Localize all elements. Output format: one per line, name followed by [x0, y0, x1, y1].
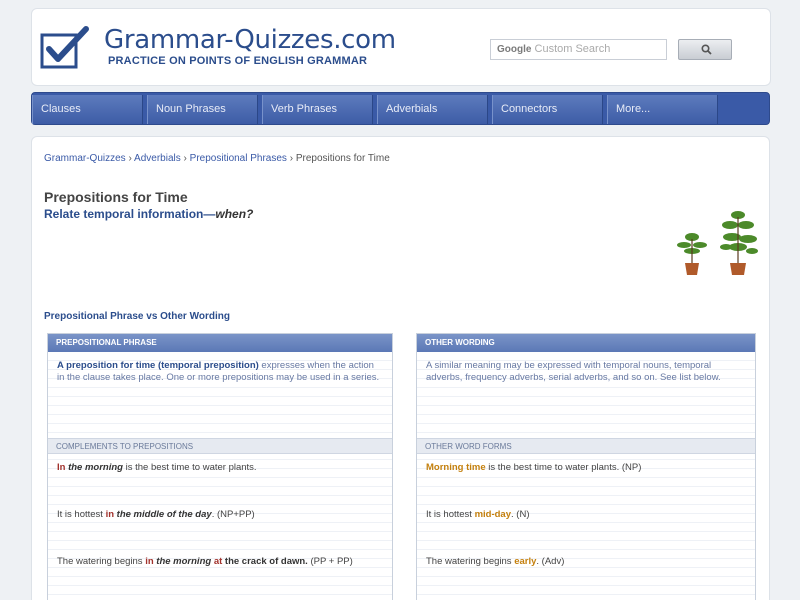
- highlight-complement: the morning: [156, 556, 212, 567]
- example-text: It is hottest: [426, 509, 475, 520]
- site-title[interactable]: Grammar-Quizzes.com: [104, 25, 396, 55]
- panel-header: PREPOSITIONAL PHRASE: [48, 334, 392, 352]
- nav-item-more[interactable]: More...: [607, 95, 718, 124]
- page-subtitle-emphasis: when?: [215, 207, 254, 221]
- section-heading: Prepositional Phrase vs Other Wording: [44, 311, 230, 322]
- site-tagline: PRACTICE ON POINTS OF ENGLISH GRAMMAR: [108, 55, 368, 67]
- example-sentence: It is hottest in the middle of the day. …: [57, 509, 255, 520]
- nav-item-connectors[interactable]: Connectors: [492, 95, 603, 124]
- highlight-word-form: early: [514, 556, 537, 567]
- main-content: Grammar-Quizzes › Adverbials › Prepositi…: [31, 136, 770, 600]
- example-text: The watering begins: [57, 556, 146, 567]
- example-text: (PP + PP): [307, 556, 353, 567]
- page-subtitle: Relate temporal information—when?: [44, 207, 253, 221]
- highlight-complement: the middle of the day: [116, 509, 212, 520]
- highlight-word-form: Morning time: [426, 462, 486, 473]
- panel-subheader: OTHER WORD FORMS: [417, 438, 755, 454]
- example-sentence: It is hottest mid-day. (N): [426, 509, 529, 520]
- nav-item-clauses[interactable]: Clauses: [32, 95, 143, 124]
- example-text: . (NP+PP): [211, 509, 255, 520]
- breadcrumb-separator: ›: [128, 153, 132, 164]
- highlight-preposition: in: [145, 556, 154, 567]
- breadcrumb: Grammar-Quizzes › Adverbials › Prepositi…: [44, 153, 390, 164]
- panel-header: OTHER WORDING: [417, 334, 755, 352]
- example-sentence: In the morning is the best time to water…: [57, 462, 257, 473]
- checkmark-logo-icon[interactable]: [40, 25, 92, 69]
- nav-item-adverbials[interactable]: Adverbials: [377, 95, 488, 124]
- example-text: . (Adv): [536, 556, 565, 567]
- breadcrumb-link-adverbials[interactable]: Adverbials: [134, 153, 181, 164]
- highlight-complement: the morning: [68, 462, 123, 473]
- other-wording-panel: OTHER WORDING A similar meaning may be e…: [416, 333, 756, 600]
- breadcrumb-separator: ›: [183, 153, 187, 164]
- search-placeholder: Custom Search: [534, 43, 611, 55]
- site-header: Grammar-Quizzes.com PRACTICE ON POINTS O…: [31, 8, 771, 86]
- page-title: Prepositions for Time: [44, 189, 188, 205]
- example-text: It is hottest: [57, 509, 106, 520]
- breadcrumb-link-prepositional-phrases[interactable]: Prepositional Phrases: [190, 153, 287, 164]
- highlight-word-form: mid-day: [474, 509, 512, 520]
- search-input[interactable]: Google Custom Search: [490, 39, 667, 60]
- search-button[interactable]: [678, 39, 732, 60]
- panel-description: A preposition for time (temporal preposi…: [48, 352, 392, 438]
- breadcrumb-current: Prepositions for Time: [295, 153, 390, 164]
- panel-description: A similar meaning may be expressed with …: [426, 360, 721, 383]
- breadcrumb-separator: ›: [289, 153, 294, 164]
- example-sentence: Morning time is the best time to water p…: [426, 462, 641, 473]
- panel-subheader: COMPLEMENTS TO PREPOSITIONS: [48, 438, 392, 454]
- highlight-preposition: In: [57, 462, 66, 473]
- example-text: The watering begins: [426, 556, 515, 567]
- example-text: . (N): [511, 509, 530, 520]
- main-nav: Clauses Noun Phrases Verb Phrases Adverb…: [31, 92, 770, 125]
- search-icon: [701, 44, 712, 55]
- highlight-complement: the crack of dawn.: [224, 556, 308, 567]
- description-bold: A preposition for time (temporal preposi…: [57, 360, 259, 371]
- prepositional-phrase-panel: PREPOSITIONAL PHRASE A preposition for t…: [47, 333, 393, 600]
- highlight-preposition: in: [105, 509, 115, 520]
- page-subtitle-main: Relate temporal information—: [44, 207, 216, 221]
- search-brand-label: Google: [497, 44, 532, 55]
- potted-plants-image: [677, 211, 758, 275]
- nav-item-noun-phrases[interactable]: Noun Phrases: [147, 95, 258, 124]
- highlight-preposition: at: [213, 556, 223, 567]
- example-text: is the best time to water plants. (NP): [485, 462, 642, 473]
- breadcrumb-link-home[interactable]: Grammar-Quizzes: [44, 153, 126, 164]
- example-sentence: The watering begins in the morning at th…: [57, 556, 353, 567]
- example-text: is the best time to water plants.: [122, 462, 257, 473]
- nav-item-verb-phrases[interactable]: Verb Phrases: [262, 95, 373, 124]
- example-sentence: The watering begins early. (Adv): [426, 556, 564, 567]
